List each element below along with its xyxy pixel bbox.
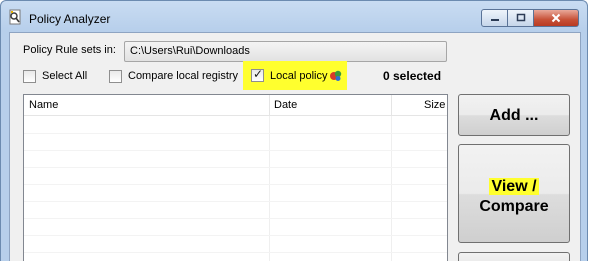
column-separator[interactable] [269, 95, 270, 116]
caption-buttons [481, 9, 579, 27]
column-separator[interactable] [391, 95, 392, 116]
partial-button[interactable] [458, 252, 570, 261]
add-button[interactable]: Add ... [458, 94, 570, 136]
minimize-icon [490, 19, 499, 21]
grid-line [24, 133, 447, 134]
select-all-label[interactable]: Select All [42, 70, 87, 82]
view-compare-label-line2: Compare [479, 198, 549, 215]
rule-sets-label: Policy Rule sets in: [23, 44, 116, 56]
column-header-size[interactable]: Size [424, 99, 445, 111]
rule-sets-path-field[interactable]: C:\Users\Rui\Downloads [124, 41, 447, 62]
close-button[interactable] [534, 9, 579, 27]
select-all-checkbox[interactable] [23, 70, 36, 83]
list-header: Name Date Size [24, 95, 447, 116]
local-policy-label[interactable]: Local policy [270, 70, 327, 82]
column-header-name[interactable]: Name [29, 99, 58, 111]
policy-analyzer-window: Policy Analyzer Policy Rule sets in: C:\… [0, 0, 588, 261]
grid-line [24, 252, 447, 253]
compare-local-registry-label[interactable]: Compare local registry [128, 70, 238, 82]
grid-line [24, 184, 447, 185]
selected-count: 0 selected [383, 69, 442, 83]
grid-line [24, 218, 447, 219]
compare-local-registry-checkbox[interactable] [109, 70, 122, 83]
rule-sets-list[interactable]: Name Date Size [23, 94, 448, 261]
grid-line [24, 235, 447, 236]
grid-line [24, 167, 447, 168]
column-header-date[interactable]: Date [274, 99, 297, 111]
close-icon [551, 13, 561, 23]
grid-line [269, 116, 270, 261]
group-policy-icon [330, 70, 342, 81]
maximize-button[interactable] [508, 9, 534, 27]
view-compare-button[interactable]: View / Compare [458, 144, 570, 243]
title-bar[interactable]: Policy Analyzer [1, 1, 587, 33]
local-policy-checkbox[interactable] [251, 67, 264, 82]
policy-analyzer-app-icon [9, 9, 21, 25]
dialog-body: Policy Rule sets in: C:\Users\Rui\Downlo… [9, 32, 581, 261]
minimize-button[interactable] [481, 9, 508, 27]
grid-line [24, 201, 447, 202]
grid-line [391, 116, 392, 261]
view-compare-label-line1: View / [489, 178, 539, 195]
grid-line [24, 150, 447, 151]
maximize-icon [516, 13, 525, 22]
window-title: Policy Analyzer [29, 12, 111, 26]
